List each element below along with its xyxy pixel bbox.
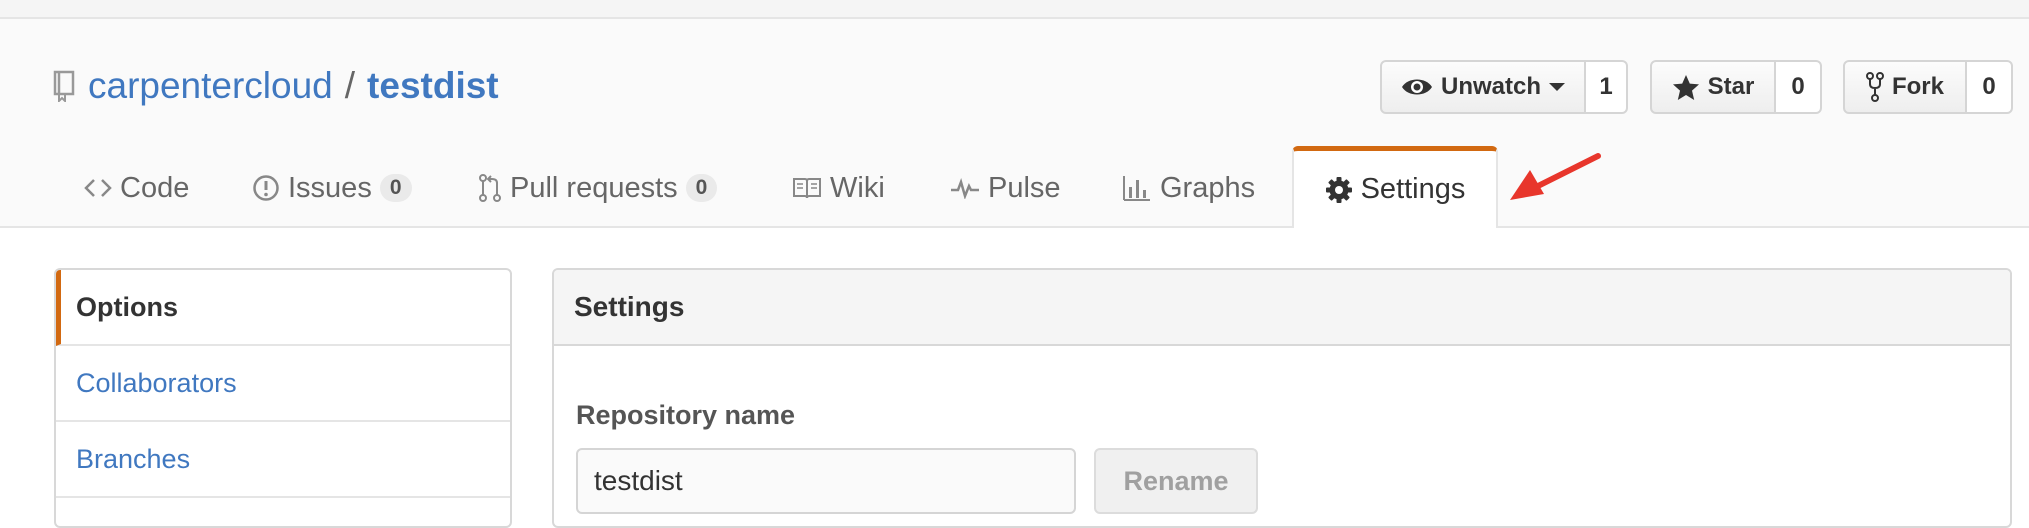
tab-wiki[interactable]: Wiki (792, 150, 885, 226)
tab-wiki-label: Wiki (830, 171, 885, 204)
fork-icon (1865, 72, 1884, 102)
menu-item-options[interactable]: Options (56, 270, 510, 346)
tab-issues[interactable]: Issues 0 (252, 150, 412, 226)
tab-code-label: Code (120, 171, 190, 204)
repo-title: carpentercloud / testdist (52, 58, 499, 114)
tab-graphs[interactable]: Graphs (1122, 150, 1255, 226)
rename-button[interactable]: Rename (1094, 448, 1258, 514)
book-icon (793, 178, 821, 199)
star-group: Star 0 (1650, 60, 1822, 114)
pulse-icon (951, 178, 979, 199)
tab-settings-label: Settings (1360, 173, 1466, 205)
tab-graphs-label: Graphs (1160, 171, 1256, 204)
top-strip (0, 0, 2029, 19)
menu-item-options-label: Options (76, 291, 178, 322)
repo-name-link[interactable]: testdist (367, 65, 499, 107)
repo-path-separator: / (344, 65, 356, 106)
settings-menu: Options Collaborators Branches (54, 268, 512, 528)
watch-count[interactable]: 1 (1586, 60, 1628, 114)
tab-issues-label: Issues (288, 171, 372, 204)
tab-pulse[interactable]: Pulse (950, 150, 1061, 226)
menu-item-collaborators[interactable]: Collaborators (56, 346, 510, 422)
repository-name-input[interactable] (576, 448, 1076, 514)
pull-requests-counter: 0 (685, 174, 718, 202)
star-count[interactable]: 0 (1776, 60, 1822, 114)
fork-count[interactable]: 0 (1967, 60, 2013, 114)
fork-label: Fork (1891, 73, 1944, 100)
menu-item-collaborators-label: Collaborators (76, 367, 237, 398)
unwatch-label: Unwatch (1440, 73, 1541, 100)
issue-icon (253, 175, 279, 201)
gear-icon (1325, 176, 1352, 203)
annotation-arrow-icon (1510, 153, 1601, 200)
eye-icon (1401, 79, 1432, 95)
tab-pulse-label: Pulse (988, 171, 1061, 204)
chevron-down-icon (1549, 83, 1565, 91)
pull-request-icon (479, 174, 501, 202)
settings-box: Settings Repository name Rename (552, 268, 2012, 528)
repo-owner-link[interactable]: carpentercloud (88, 65, 333, 107)
graph-icon (1123, 176, 1150, 201)
watch-group: Unwatch 1 (1380, 60, 1628, 114)
menu-item-branches[interactable]: Branches (56, 422, 510, 498)
repo-icon (52, 70, 78, 102)
code-icon (84, 179, 112, 197)
star-button[interactable]: Star (1650, 60, 1776, 114)
menu-item-branches-label: Branches (76, 443, 191, 474)
star-icon (1672, 74, 1699, 100)
issues-counter: 0 (379, 174, 412, 202)
star-label: Star (1707, 73, 1755, 100)
tab-pull-requests-label: Pull requests (510, 171, 678, 204)
fork-button[interactable]: Fork (1843, 60, 1967, 114)
unwatch-button[interactable]: Unwatch (1380, 60, 1586, 114)
tab-code[interactable]: Code (84, 150, 189, 226)
fork-group: Fork 0 (1843, 60, 2013, 114)
tab-pull-requests[interactable]: Pull requests 0 (478, 150, 718, 226)
tab-settings[interactable]: Settings (1292, 146, 1498, 228)
repository-name-label: Repository name (576, 400, 796, 430)
settings-box-header: Settings (554, 270, 2010, 346)
